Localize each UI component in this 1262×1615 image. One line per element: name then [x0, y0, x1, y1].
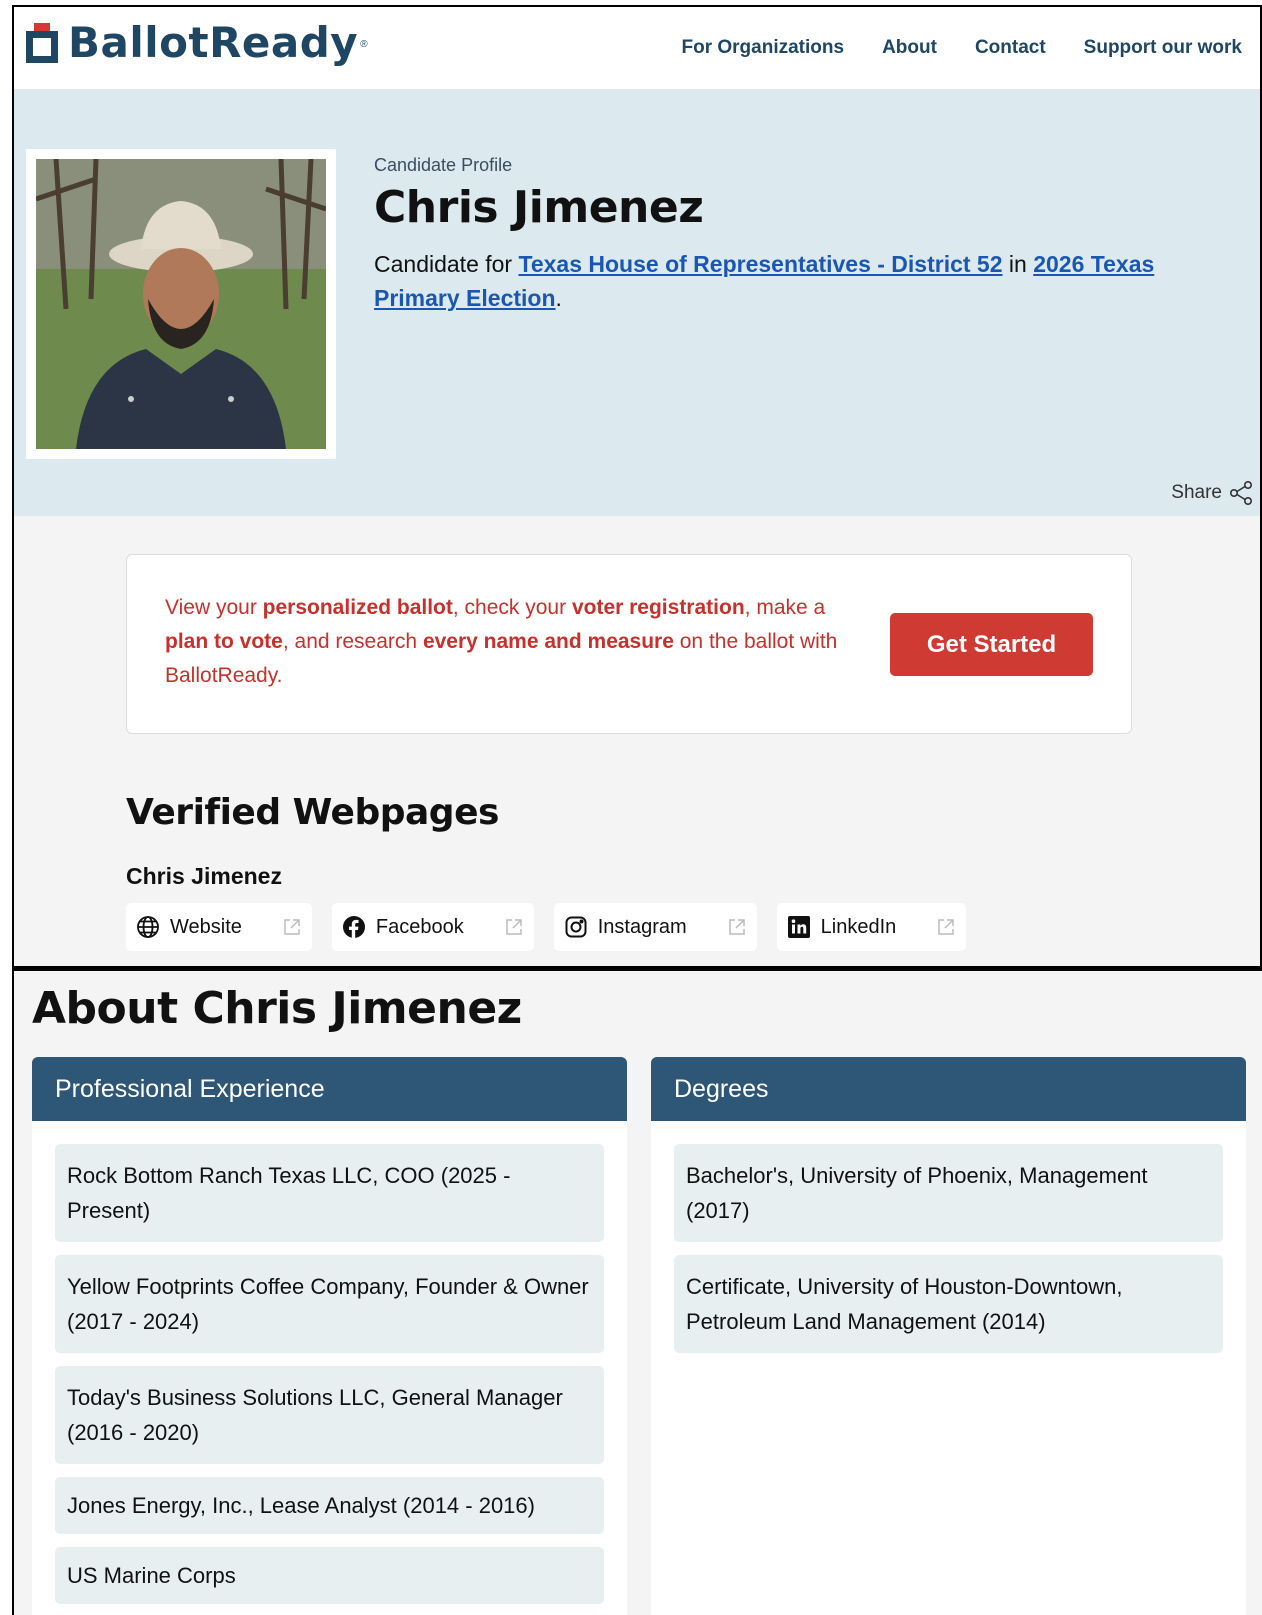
professional-experience-heading: Professional Experience	[32, 1057, 627, 1121]
candidate-for-prefix: Candidate for	[374, 251, 519, 277]
share-button[interactable]: Share	[1171, 480, 1254, 506]
candidate-name: Chris Jimenez	[374, 182, 704, 233]
external-link-icon	[284, 919, 300, 935]
nav-link-about[interactable]: About	[882, 37, 937, 59]
instagram-link[interactable]: Instagram	[553, 903, 757, 951]
nav-link-for-organizations[interactable]: For Organizations	[681, 37, 844, 59]
candidate-profile-label: Candidate Profile	[374, 155, 513, 175]
share-icon	[1229, 480, 1252, 505]
instagram-label: Instagram	[597, 915, 687, 938]
external-link-icon	[728, 919, 745, 935]
top-nav: BallotReady ® For Organizations About Co…	[14, 7, 1260, 89]
about-section: About Chris Jimenez Professional Experie…	[12, 968, 1262, 1615]
candidate-hero: Candidate Profile Chris Jimenez Candidat…	[14, 89, 1260, 516]
nav-link-support[interactable]: Support our work	[1084, 37, 1242, 59]
experience-item: US Marine Corps	[55, 1547, 604, 1604]
experience-item: Jones Energy, Inc., Lease Analyst (2014 …	[55, 1477, 604, 1534]
facebook-link[interactable]: Facebook	[331, 903, 534, 951]
share-label: Share	[1171, 482, 1222, 503]
candidate-photo-frame	[26, 149, 336, 459]
nav-link-contact[interactable]: Contact	[975, 37, 1046, 59]
experience-item: Yellow Footprints Coffee Company, Founde…	[55, 1255, 604, 1353]
about-heading: About Chris Jimenez	[32, 983, 522, 1034]
experience-item: Rock Bottom Ranch Texas LLC, COO (2025 -…	[55, 1144, 604, 1242]
verified-links: Website Facebook Instagram LinkedIn	[126, 903, 967, 951]
ballot-box-icon	[26, 23, 58, 63]
office-link[interactable]: Texas House of Representatives - Distric…	[518, 251, 1002, 277]
degrees-heading: Degrees	[651, 1057, 1246, 1121]
experience-item: Today's Business Solutions LLC, General …	[55, 1366, 604, 1464]
cta-message: View your personalized ballot, check you…	[165, 596, 838, 687]
in-text: in	[1002, 251, 1034, 277]
instagram-icon	[565, 916, 587, 938]
ballotready-logo[interactable]: BallotReady ®	[26, 21, 368, 65]
website-label: Website	[170, 915, 242, 938]
degree-item: Certificate, University of Houston-Downt…	[674, 1255, 1223, 1353]
linkedin-label: LinkedIn	[820, 915, 897, 938]
verified-webpages-owner: Chris Jimenez	[126, 863, 282, 889]
logo-text: BallotReady	[68, 18, 359, 67]
facebook-icon	[342, 916, 365, 939]
facebook-label: Facebook	[375, 915, 464, 938]
ballot-cta-card: View your personalized ballot, check you…	[126, 554, 1132, 734]
external-link-icon	[505, 919, 522, 935]
degrees-panel: Degrees Bachelor's, University of Phoeni…	[651, 1057, 1246, 1615]
verified-webpages-heading: Verified Webpages	[126, 792, 499, 833]
globe-icon	[137, 916, 159, 938]
period-text: .	[555, 285, 562, 311]
linkedin-link[interactable]: LinkedIn	[776, 903, 967, 951]
degree-item: Bachelor's, University of Phoenix, Manag…	[674, 1144, 1223, 1242]
registered-mark: ®	[360, 38, 368, 50]
external-link-icon	[938, 919, 955, 935]
nav-links: For Organizations About Contact Support …	[681, 37, 1242, 59]
candidate-for-line: Candidate for Texas House of Representat…	[374, 247, 1194, 315]
professional-experience-panel: Professional Experience Rock Bottom Ranc…	[32, 1057, 627, 1615]
profile-header-section: BallotReady ® For Organizations About Co…	[12, 5, 1262, 968]
linkedin-icon	[787, 916, 810, 938]
candidate-photo	[36, 159, 326, 449]
candidate-info: Candidate Profile Chris Jimenez Candidat…	[374, 155, 1194, 315]
website-link[interactable]: Website	[126, 903, 312, 951]
get-started-button[interactable]: Get Started	[890, 613, 1093, 676]
